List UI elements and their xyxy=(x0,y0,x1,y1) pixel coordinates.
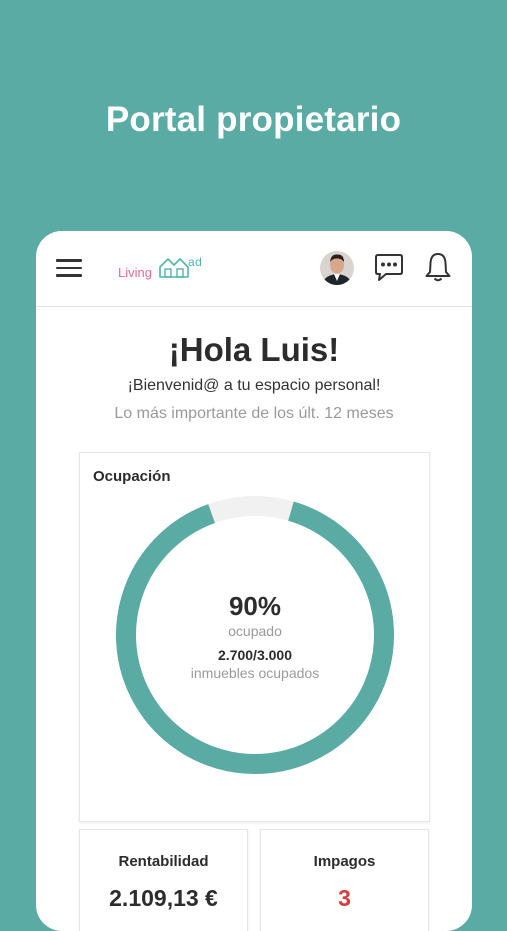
bell-icon[interactable] xyxy=(424,251,452,283)
rentabilidad-card[interactable]: Rentabilidad 2.109,13 € xyxy=(79,829,248,931)
app-logo[interactable]: Living ad xyxy=(118,253,218,283)
app-header: Living ad xyxy=(36,231,472,307)
impagos-value: 3 xyxy=(338,885,351,911)
greeting-title: ¡Hola Luis! xyxy=(168,331,340,368)
welcome-message: ¡Bienvenid@ a tu espacio personal! xyxy=(127,377,381,394)
user-photo xyxy=(320,251,354,285)
rentabilidad-value: 2.109,13 € xyxy=(109,885,218,911)
occupancy-card[interactable]: Ocupación 90% ocupado 2.700/3.000 inmueb… xyxy=(79,452,430,822)
logo-ad-text: ad xyxy=(188,255,203,269)
phone-frame: Living ad ¡Hola Luis! ¡Bienvenid@ a tu e… xyxy=(36,231,472,931)
donut-center: 90% ocupado 2.700/3.000 inmuebles ocupad… xyxy=(115,495,395,775)
occupancy-count: 2.700/3.000 xyxy=(218,647,292,663)
menu-icon[interactable] xyxy=(56,259,82,279)
occupancy-count-label: inmuebles ocupados xyxy=(190,665,320,681)
occupancy-percent: 90% xyxy=(228,591,282,621)
impagos-card[interactable]: Impagos 3 xyxy=(260,829,429,931)
chat-icon[interactable] xyxy=(373,253,405,283)
impagos-title: Impagos xyxy=(313,853,376,870)
promo-title: Portal propietario xyxy=(105,100,402,139)
occupancy-title: Ocupación xyxy=(93,468,171,485)
avatar[interactable] xyxy=(320,251,354,285)
period-subtitle: Lo más importante de los últ. 12 meses xyxy=(114,405,394,422)
logo-living-text: Living xyxy=(118,265,152,280)
logo-house-icon xyxy=(159,258,189,278)
occupancy-status-label: ocupado xyxy=(228,623,282,639)
rentabilidad-title: Rentabilidad xyxy=(118,853,209,870)
